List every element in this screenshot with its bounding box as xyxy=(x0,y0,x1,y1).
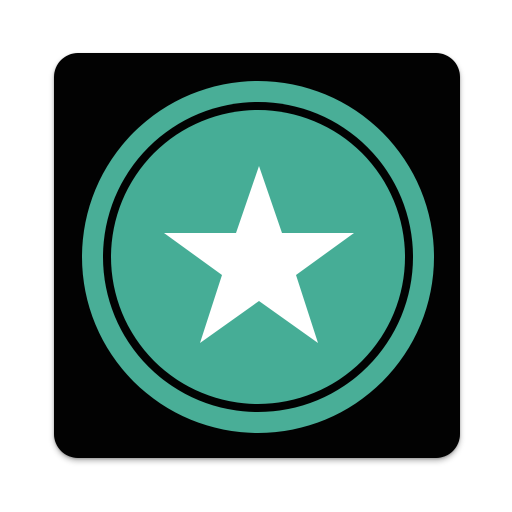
app-icon-tile[interactable] xyxy=(54,53,460,458)
canvas xyxy=(0,0,512,512)
star-badge-icon xyxy=(82,81,434,433)
